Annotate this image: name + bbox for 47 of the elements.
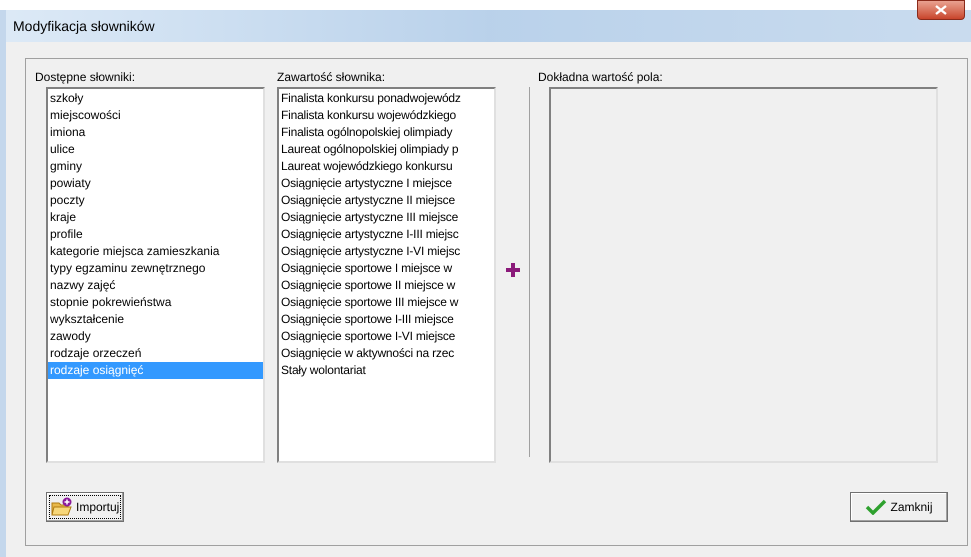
checkmark-icon	[865, 499, 888, 515]
list-item[interactable]: Stały wolontariat	[281, 363, 366, 377]
list-item[interactable]: Osiągnięcie artystyczne II miejsce	[281, 193, 455, 207]
close-button[interactable]	[917, 0, 965, 20]
close-icon	[935, 5, 947, 15]
list-item[interactable]: Osiągnięcie artystyczne III miejsce	[281, 210, 458, 224]
list-item[interactable]: Finalista ogólnopolskiej olimpiady	[281, 125, 452, 139]
list-item[interactable]: poczty	[48, 192, 263, 209]
list-item[interactable]: Osiągnięcie w aktywności na rzec	[281, 346, 454, 360]
import-button[interactable]: Importuj	[46, 492, 124, 522]
list-item[interactable]: Osiągnięcie artystyczne I miejsce	[281, 176, 452, 190]
list-item[interactable]: Laureat ogólnopolskiej olimpiady p	[281, 142, 458, 156]
list-item[interactable]: Osiągnięcie sportowe II miejsce w	[281, 278, 456, 292]
list-item[interactable]: imiona	[48, 124, 263, 141]
contents-list[interactable]	[277, 87, 496, 463]
add-icon[interactable]	[504, 262, 520, 278]
list-item[interactable]: kraje	[48, 209, 263, 226]
list-item[interactable]: Osiągnięcie sportowe I miejsce w	[281, 261, 452, 275]
list-item[interactable]: Laureat wojewódzkiego konkursu	[281, 159, 452, 173]
list-item[interactable]: Osiągnięcie sportowe III miejsce w	[281, 295, 458, 309]
window-title: Modyfikacja słowników	[13, 16, 155, 36]
list-item[interactable]: miejscowości	[48, 107, 263, 124]
list-item[interactable]: zawody	[48, 328, 263, 345]
value-field[interactable]	[549, 87, 938, 463]
list-item[interactable]: ulice	[48, 141, 263, 158]
list-item[interactable]: szkoły	[48, 90, 263, 107]
folder-add-icon	[51, 497, 73, 517]
list-item[interactable]: Osiągnięcie sportowe I-VI miejsce	[281, 329, 456, 343]
list-item[interactable]: Finalista konkursu ponadwojewódz	[281, 91, 461, 105]
field-label: Dostępne słowniki:	[35, 69, 136, 86]
field-label: Zawartość słownika:	[277, 69, 386, 86]
list-item[interactable]: stopnie pokrewieństwa	[48, 294, 263, 311]
list-item[interactable]: wykształcenie	[48, 311, 263, 328]
list-item[interactable]: nazwy zajęć	[48, 277, 263, 294]
list-item[interactable]: Finalista konkursu wojewódzkiego	[281, 108, 456, 122]
list-item[interactable]: powiaty	[48, 175, 263, 192]
dictionary-list[interactable]	[46, 87, 265, 463]
list-item[interactable]: gminy	[48, 158, 263, 175]
field-label: Dokładna wartość pola:	[538, 69, 664, 86]
list-item[interactable]: Osiągnięcie artystyczne I-VI miejsc	[281, 244, 460, 258]
list-item[interactable]: rodzaje orzeczeń	[48, 345, 263, 362]
list-item[interactable]: Osiągnięcie artystyczne I-III miejsc	[281, 227, 459, 241]
list-item[interactable]: profile	[48, 226, 263, 243]
close-dialog-button[interactable]: Zamknij	[850, 492, 948, 522]
list-item[interactable]: typy egzaminu zewnętrznego	[48, 260, 263, 277]
list-item[interactable]: Osiągnięcie sportowe I-III miejsce	[281, 312, 454, 326]
list-item[interactable]: kategorie miejsca zamieszkania	[48, 243, 263, 260]
